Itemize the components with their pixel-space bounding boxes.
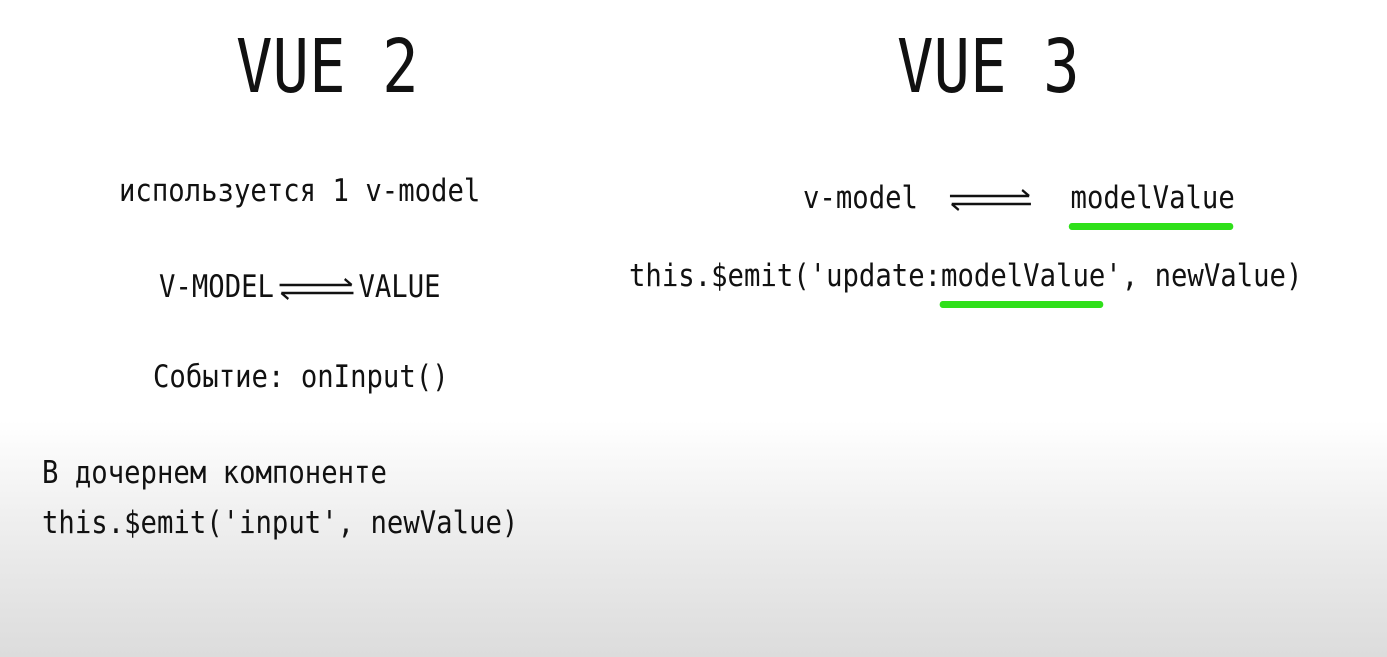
vue3-binding-left: v-model xyxy=(803,180,918,216)
vue2-binding-row: V-MODEL VALUE xyxy=(159,269,441,305)
vue2-binding-right: VALUE xyxy=(358,269,441,305)
vue2-title: VUE 2 xyxy=(236,24,419,110)
vue2-event-line: Событие: onInput() xyxy=(153,359,449,395)
vue3-binding-right-highlighted: modelValue xyxy=(1068,180,1235,230)
double-harpoon-arrow-icon xyxy=(950,188,1032,211)
vue3-emit-line: this.$emit('update:modelValue', newValue… xyxy=(629,258,1303,308)
vue2-uses-line: используется 1 v-model xyxy=(119,173,481,209)
vue2-child-line2: this.$emit('input', newValue) xyxy=(42,505,519,541)
vue3-emit-prefix: this.$emit('update: xyxy=(629,258,942,294)
double-harpoon-arrow-icon xyxy=(279,277,354,300)
vue2-child-line1: В дочернем компоненте xyxy=(42,455,387,491)
vue3-title: VUE 3 xyxy=(897,24,1080,110)
vue3-binding-row: v-model modelValue xyxy=(803,180,1235,230)
vue2-binding-left: V-MODEL xyxy=(159,269,274,305)
vue3-emit-suffix: ', newValue) xyxy=(1105,258,1303,294)
vue3-emit-highlight: modelValue xyxy=(939,258,1106,308)
